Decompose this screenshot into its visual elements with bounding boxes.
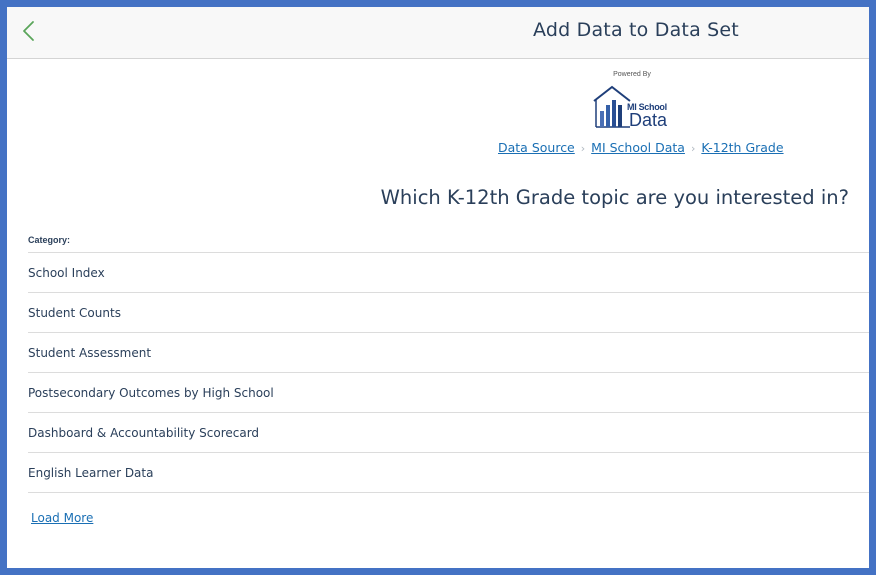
list-item[interactable]: School Index <box>28 252 869 292</box>
load-more-link[interactable]: Load More <box>31 511 93 525</box>
chevron-right-icon: › <box>580 142 586 155</box>
category-list: School Index Student Counts Student Asse… <box>28 252 869 493</box>
mi-school-data-logo: Powered By MI School Data <box>589 71 675 129</box>
header-bar: Add Data to Data Set <box>7 7 869 59</box>
app-window: Add Data to Data Set Powered By MI Schoo… <box>7 7 869 568</box>
page-title: Add Data to Data Set <box>533 19 739 41</box>
list-item[interactable]: Postsecondary Outcomes by High School <box>28 372 869 412</box>
school-house-icon <box>593 85 631 128</box>
powered-by-label: Powered By <box>613 71 651 78</box>
breadcrumb-mi-school-data[interactable]: MI School Data <box>591 140 685 155</box>
breadcrumb: Data Source › MI School Data › K-12th Grade <box>498 140 784 155</box>
topic-question: Which K-12th Grade topic are you interes… <box>380 186 849 209</box>
logo-brand-big: Data <box>629 110 668 130</box>
list-item[interactable]: Dashboard & Accountability Scorecard <box>28 412 869 452</box>
list-item[interactable]: Student Assessment <box>28 332 869 372</box>
breadcrumb-data-source[interactable]: Data Source <box>498 140 575 155</box>
list-item[interactable]: Student Counts <box>28 292 869 332</box>
category-label: Category: <box>28 235 71 245</box>
chevron-left-icon <box>23 21 34 41</box>
breadcrumb-k12-grade[interactable]: K-12th Grade <box>701 140 783 155</box>
back-button[interactable] <box>19 19 41 43</box>
list-item[interactable]: English Learner Data <box>28 452 869 493</box>
chevron-right-icon: › <box>690 142 696 155</box>
